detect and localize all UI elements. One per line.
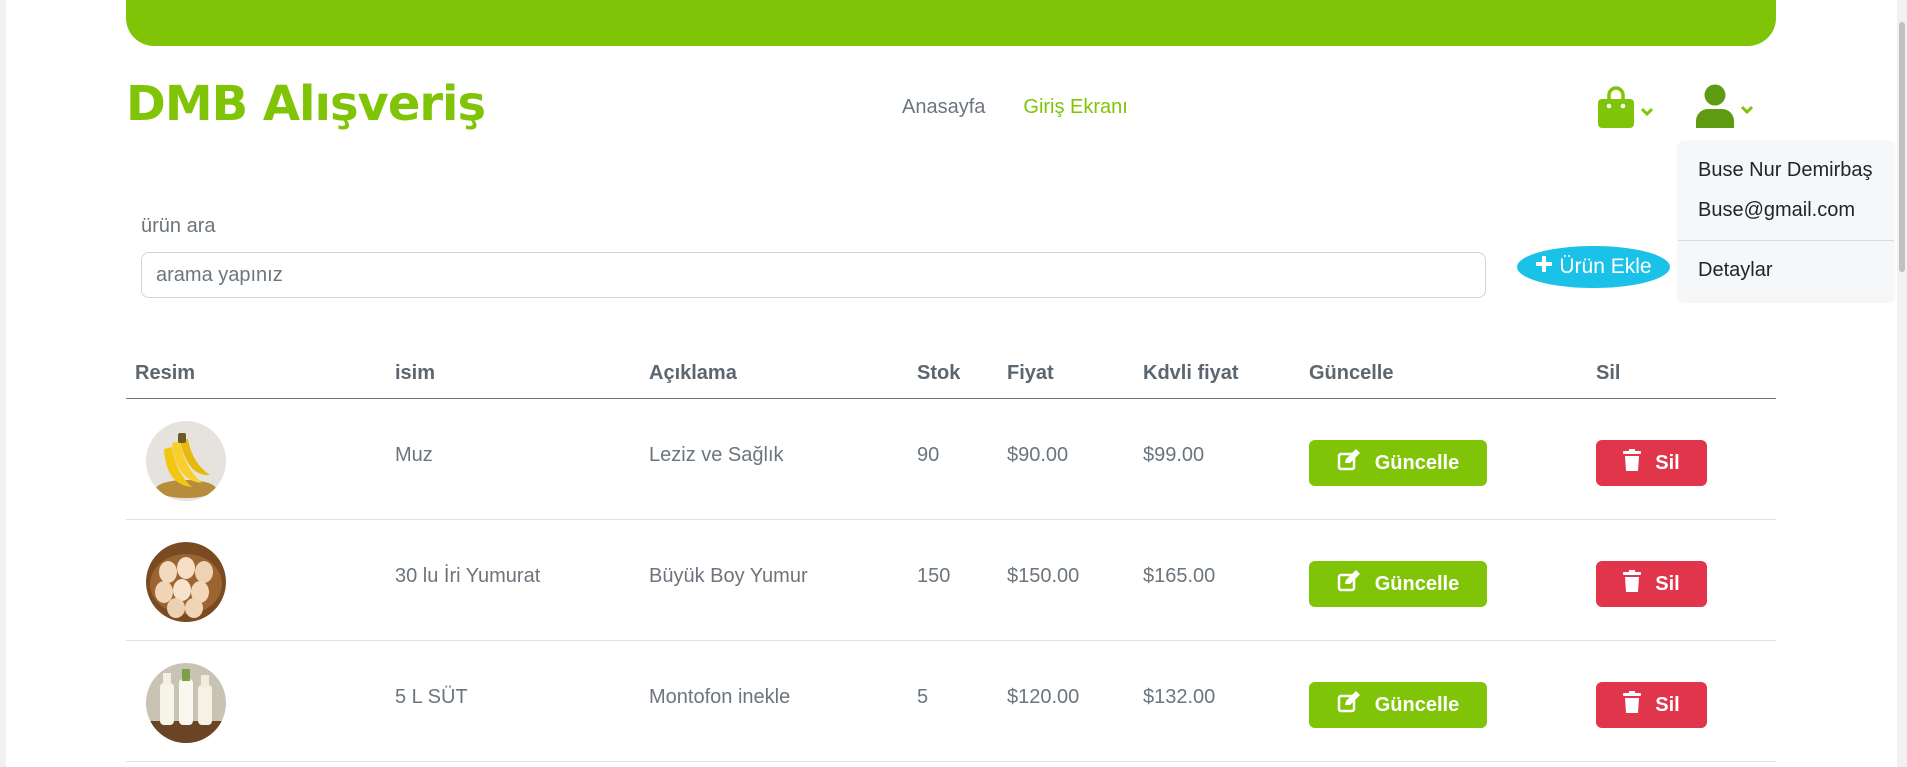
product-stock: 5 — [917, 686, 929, 708]
user-name: Buse Nur Demirbaş — [1698, 159, 1873, 181]
edit-icon — [1337, 449, 1361, 477]
nav-login[interactable]: Giriş Ekranı — [1023, 96, 1127, 119]
header-stock: Stok — [917, 362, 961, 384]
top-banner — [126, 0, 1776, 46]
product-name: Muz — [395, 444, 433, 466]
user-email: Buse@gmail.com — [1698, 199, 1856, 221]
update-label: Güncelle — [1374, 693, 1460, 716]
add-product-label: Ürün Ekle — [1559, 255, 1652, 278]
update-button[interactable]: Güncelle — [1309, 561, 1487, 607]
edit-icon — [1337, 691, 1361, 719]
add-product-button[interactable]: Ürün Ekle — [1517, 246, 1670, 288]
dropdown-divider — [1678, 240, 1894, 241]
product-name: 5 L SÜT — [395, 686, 468, 708]
user-icon — [1696, 84, 1734, 133]
product-price: $90.00 — [1007, 444, 1069, 466]
product-description: Leziz ve Sağlık — [649, 444, 784, 466]
chevron-down-icon — [1740, 102, 1754, 120]
plus-icon — [1535, 255, 1553, 279]
header-price: Fiyat — [1007, 362, 1054, 384]
header-name: isim — [395, 362, 436, 384]
table-row: Muz Leziz ve Sağlık 90 $90.00 $99.00 Gün… — [126, 399, 1776, 520]
product-price-vat: $99.00 — [1143, 444, 1205, 466]
edit-icon — [1337, 570, 1361, 598]
trash-icon — [1623, 449, 1642, 477]
table-header: Resim isim Açıklama Stok Fiyat Kdvli fiy… — [126, 358, 1776, 399]
main-nav: Anasayfa Giriş Ekranı — [902, 96, 1128, 119]
cart-menu-toggle[interactable] — [1598, 86, 1654, 133]
delete-button[interactable]: Sil — [1596, 682, 1707, 728]
search-input[interactable] — [141, 252, 1486, 298]
product-price-vat: $165.00 — [1143, 565, 1216, 587]
scrollbar-thumb[interactable] — [1899, 22, 1905, 272]
update-button[interactable]: Güncelle — [1309, 682, 1487, 728]
products-table: Resim isim Açıklama Stok Fiyat Kdvli fiy… — [126, 358, 1776, 762]
product-description: Büyük Boy Yumur — [649, 565, 808, 587]
trash-icon — [1623, 691, 1642, 719]
delete-label: Sil — [1655, 451, 1680, 474]
header-delete: Sil — [1596, 362, 1621, 384]
shopping-bag-icon — [1598, 86, 1634, 133]
product-price-vat: $132.00 — [1143, 686, 1216, 708]
brand-logo[interactable]: DMB Alışveriş — [126, 76, 486, 132]
update-label: Güncelle — [1374, 572, 1460, 595]
nav-home[interactable]: Anasayfa — [902, 96, 985, 119]
update-button[interactable]: Güncelle — [1309, 440, 1487, 486]
product-description: Montofon inekle — [649, 686, 791, 708]
delete-label: Sil — [1655, 572, 1680, 595]
product-image-eggs — [146, 542, 226, 622]
page: DMB Alışveriş Anasayfa Giriş Ekranı Buse… — [0, 0, 1907, 767]
product-price: $150.00 — [1007, 565, 1080, 587]
header-image: Resim — [135, 362, 196, 384]
chevron-down-icon — [1640, 104, 1654, 122]
product-stock: 90 — [917, 444, 940, 466]
trash-icon — [1623, 570, 1642, 598]
user-dropdown-menu: Buse Nur Demirbaş Buse@gmail.com Detayla… — [1678, 141, 1894, 301]
table-row: 5 L SÜT Montofon inekle 5 $120.00 $132.0… — [126, 641, 1776, 762]
scrollbar[interactable] — [1897, 0, 1907, 767]
product-price: $120.00 — [1007, 686, 1080, 708]
update-label: Güncelle — [1374, 451, 1460, 474]
header-description: Açıklama — [649, 362, 737, 384]
window-edge — [0, 0, 6, 767]
search-label: ürün ara — [141, 215, 216, 237]
delete-label: Sil — [1655, 693, 1680, 716]
table-row: 30 lu İri Yumurat Büyük Boy Yumur 150 $1… — [126, 520, 1776, 641]
details-link[interactable]: Detaylar — [1698, 259, 1772, 282]
product-image-milk — [146, 663, 226, 743]
product-stock: 150 — [917, 565, 951, 587]
product-image-banana — [146, 421, 226, 501]
product-name: 30 lu İri Yumurat — [395, 565, 541, 587]
header-price-vat: Kdvli fiyat — [1143, 362, 1239, 384]
user-menu-toggle[interactable] — [1696, 84, 1754, 133]
header-update: Güncelle — [1309, 362, 1394, 384]
delete-button[interactable]: Sil — [1596, 561, 1707, 607]
delete-button[interactable]: Sil — [1596, 440, 1707, 486]
